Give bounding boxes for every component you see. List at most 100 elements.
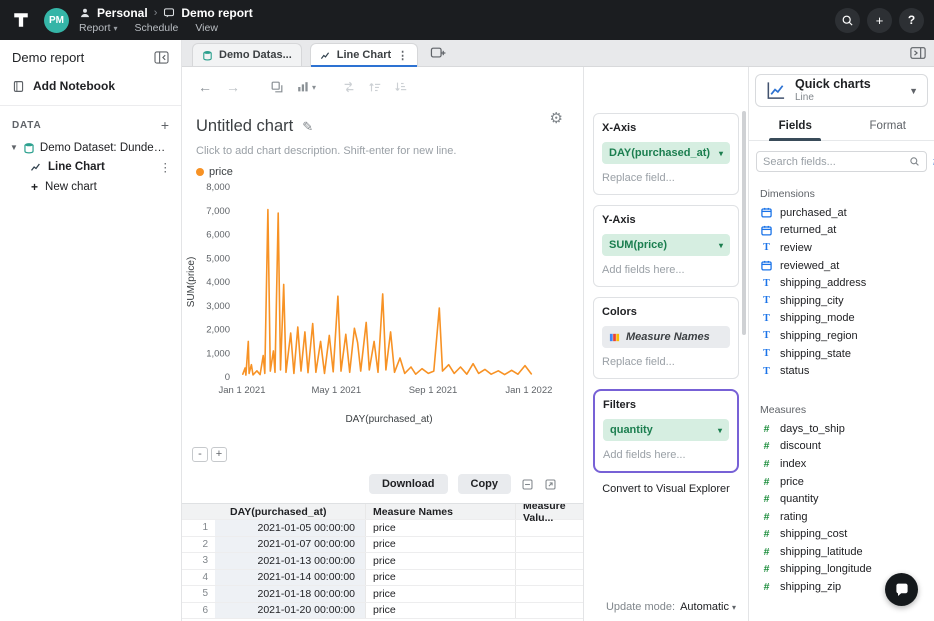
text-type-icon: T xyxy=(760,278,773,289)
menu-schedule[interactable]: Schedule xyxy=(135,22,179,34)
cell-measure-value xyxy=(515,553,583,569)
download-button[interactable]: Download xyxy=(369,474,448,494)
create-new-button[interactable]: + xyxy=(867,8,892,33)
help-button[interactable]: ? xyxy=(899,8,924,33)
breadcrumb: Personal › Demo report Report▾ Schedule … xyxy=(79,5,253,35)
menu-view[interactable]: View xyxy=(195,22,218,34)
duplicate-icon[interactable] xyxy=(270,80,284,94)
table-row[interactable]: 12021-01-05 00:00:00price xyxy=(182,520,583,537)
dimension-item[interactable]: Tshipping_city xyxy=(749,292,934,310)
field-label: days_to_ship xyxy=(780,423,845,435)
dimension-item[interactable]: purchased_at xyxy=(749,204,934,222)
fields-format-tabs: Fields Format xyxy=(749,111,934,141)
breadcrumb-report[interactable]: Demo report xyxy=(181,6,252,20)
y-axis-field-pill[interactable]: SUM(price) ▾ xyxy=(602,234,730,256)
chat-bubble-icon xyxy=(894,582,910,598)
colors-placeholder[interactable]: Replace field... xyxy=(602,356,730,368)
collapse-sidebar-icon[interactable] xyxy=(154,51,169,64)
avatar[interactable]: PM xyxy=(44,8,69,33)
table-row[interactable]: 22021-01-07 00:00:00price xyxy=(182,537,583,554)
menu-report[interactable]: Report▾ xyxy=(79,22,118,34)
update-mode-dropdown[interactable]: Automatic ▾ xyxy=(680,601,736,613)
measure-item[interactable]: #quantity xyxy=(749,490,934,508)
measure-item[interactable]: #rating xyxy=(749,508,934,526)
field-label: returned_at xyxy=(780,224,836,236)
tab-line-chart[interactable]: Line Chart ⋮ xyxy=(310,43,418,66)
chart-title[interactable]: Untitled chart xyxy=(196,117,293,136)
y-axis-placeholder[interactable]: Add fields here... xyxy=(602,264,730,276)
dimension-item[interactable]: Tshipping_address xyxy=(749,274,934,292)
convert-to-visual-explorer-link[interactable]: Convert to Visual Explorer xyxy=(584,483,748,495)
data-section-label: DATA xyxy=(12,120,42,131)
zoom-in-button[interactable]: + xyxy=(211,447,227,462)
measure-item[interactable]: #shipping_cost xyxy=(749,526,934,544)
line-chart-plot[interactable]: 01,0002,0003,0004,0005,0006,0007,0008,00… xyxy=(184,177,576,429)
report-icon xyxy=(163,7,175,19)
colors-field-pill[interactable]: Measure Names xyxy=(602,326,730,348)
svg-text:4,000: 4,000 xyxy=(206,277,230,288)
add-notebook-button[interactable]: Add Notebook xyxy=(12,79,169,93)
svg-text:SUM(price): SUM(price) xyxy=(186,257,197,308)
question-icon: ? xyxy=(908,13,915,27)
tab-label: Line Chart xyxy=(337,49,391,61)
app-logo-icon[interactable] xyxy=(10,9,32,31)
undo-back-icon[interactable]: ← xyxy=(198,79,212,95)
edit-title-pencil-icon[interactable]: ✎ xyxy=(302,119,313,135)
breadcrumb-workspace[interactable]: Personal xyxy=(97,6,148,20)
tab-label: Demo Datas... xyxy=(219,49,292,61)
add-data-button[interactable]: + xyxy=(161,118,169,132)
dimension-item[interactable]: Tshipping_region xyxy=(749,327,934,345)
dimension-item[interactable]: Treview xyxy=(749,239,934,257)
tab-format[interactable]: Format xyxy=(842,111,934,140)
search-button[interactable] xyxy=(835,8,860,33)
chevron-down-icon: ▾ xyxy=(719,149,723,158)
chevron-down-icon[interactable]: ▼ xyxy=(10,143,18,152)
tab-fields[interactable]: Fields xyxy=(749,111,842,140)
sidebar-item-new-chart[interactable]: + New chart xyxy=(0,177,181,196)
measure-item[interactable]: #index xyxy=(749,455,934,473)
copy-button[interactable]: Copy xyxy=(458,474,512,494)
filters-field-pill[interactable]: quantity ▾ xyxy=(603,419,729,441)
expand-table-icon[interactable] xyxy=(544,478,557,491)
table-row[interactable]: 32021-01-13 00:00:00price xyxy=(182,553,583,570)
tab-demo-dataset[interactable]: Demo Datas... xyxy=(192,43,302,66)
quick-charts-selector[interactable]: Quick charts Line ▼ xyxy=(755,74,928,107)
dimension-item[interactable]: Tshipping_mode xyxy=(749,310,934,328)
plus-icon: + xyxy=(876,13,884,28)
new-tab-button[interactable] xyxy=(430,46,446,60)
zoom-out-button[interactable]: - xyxy=(192,447,208,462)
kebab-menu-icon[interactable]: ⋮ xyxy=(160,160,182,174)
table-row[interactable]: 42021-01-14 00:00:00price xyxy=(182,570,583,587)
column-header-measure-values[interactable]: Measure Valu... xyxy=(515,504,583,519)
collapse-table-icon[interactable] xyxy=(521,478,534,491)
measure-item[interactable]: #discount xyxy=(749,438,934,456)
dimension-item[interactable]: reviewed_at xyxy=(749,257,934,275)
measure-item[interactable]: #price xyxy=(749,473,934,491)
dimension-item[interactable]: Tstatus xyxy=(749,362,934,380)
redo-forward-icon[interactable]: → xyxy=(226,79,240,95)
table-row[interactable]: 62021-01-20 00:00:00price xyxy=(182,603,583,620)
dimension-item[interactable]: Tshipping_state xyxy=(749,345,934,363)
kebab-menu-icon[interactable]: ⋮ xyxy=(397,49,408,62)
filters-placeholder[interactable]: Add fields here... xyxy=(603,449,729,461)
measure-item[interactable]: #shipping_latitude xyxy=(749,543,934,561)
column-header-date[interactable]: DAY(purchased_at) xyxy=(215,504,365,519)
sidebar-item-line-chart[interactable]: Line Chart ⋮ xyxy=(0,157,181,177)
dimension-item[interactable]: returned_at xyxy=(749,222,934,240)
chart-description-placeholder[interactable]: Click to add chart description. Shift-en… xyxy=(196,145,456,157)
dataset-item[interactable]: ▼ Demo Dataset: Dunder ... xyxy=(0,138,181,157)
table-row[interactable]: 52021-01-18 00:00:00price xyxy=(182,586,583,603)
scrollbar-thumb[interactable] xyxy=(742,111,746,335)
chart-settings-gear-icon[interactable]: ⚙ xyxy=(550,111,563,126)
notebook-icon xyxy=(12,80,25,93)
collapse-panel-icon[interactable] xyxy=(910,46,926,60)
search-fields-input[interactable] xyxy=(763,156,905,168)
chat-support-button[interactable] xyxy=(885,573,918,606)
table-header: DAY(purchased_at) Measure Names Measure … xyxy=(182,504,583,520)
measure-item[interactable]: #days_to_ship xyxy=(749,420,934,438)
chart-type-selector-icon[interactable]: ▾ xyxy=(296,80,316,94)
column-header-measure-names[interactable]: Measure Names xyxy=(365,504,515,519)
dataset-icon xyxy=(23,142,35,154)
x-axis-field-pill[interactable]: DAY(purchased_at) ▾ xyxy=(602,142,730,164)
x-axis-placeholder[interactable]: Replace field... xyxy=(602,172,730,184)
